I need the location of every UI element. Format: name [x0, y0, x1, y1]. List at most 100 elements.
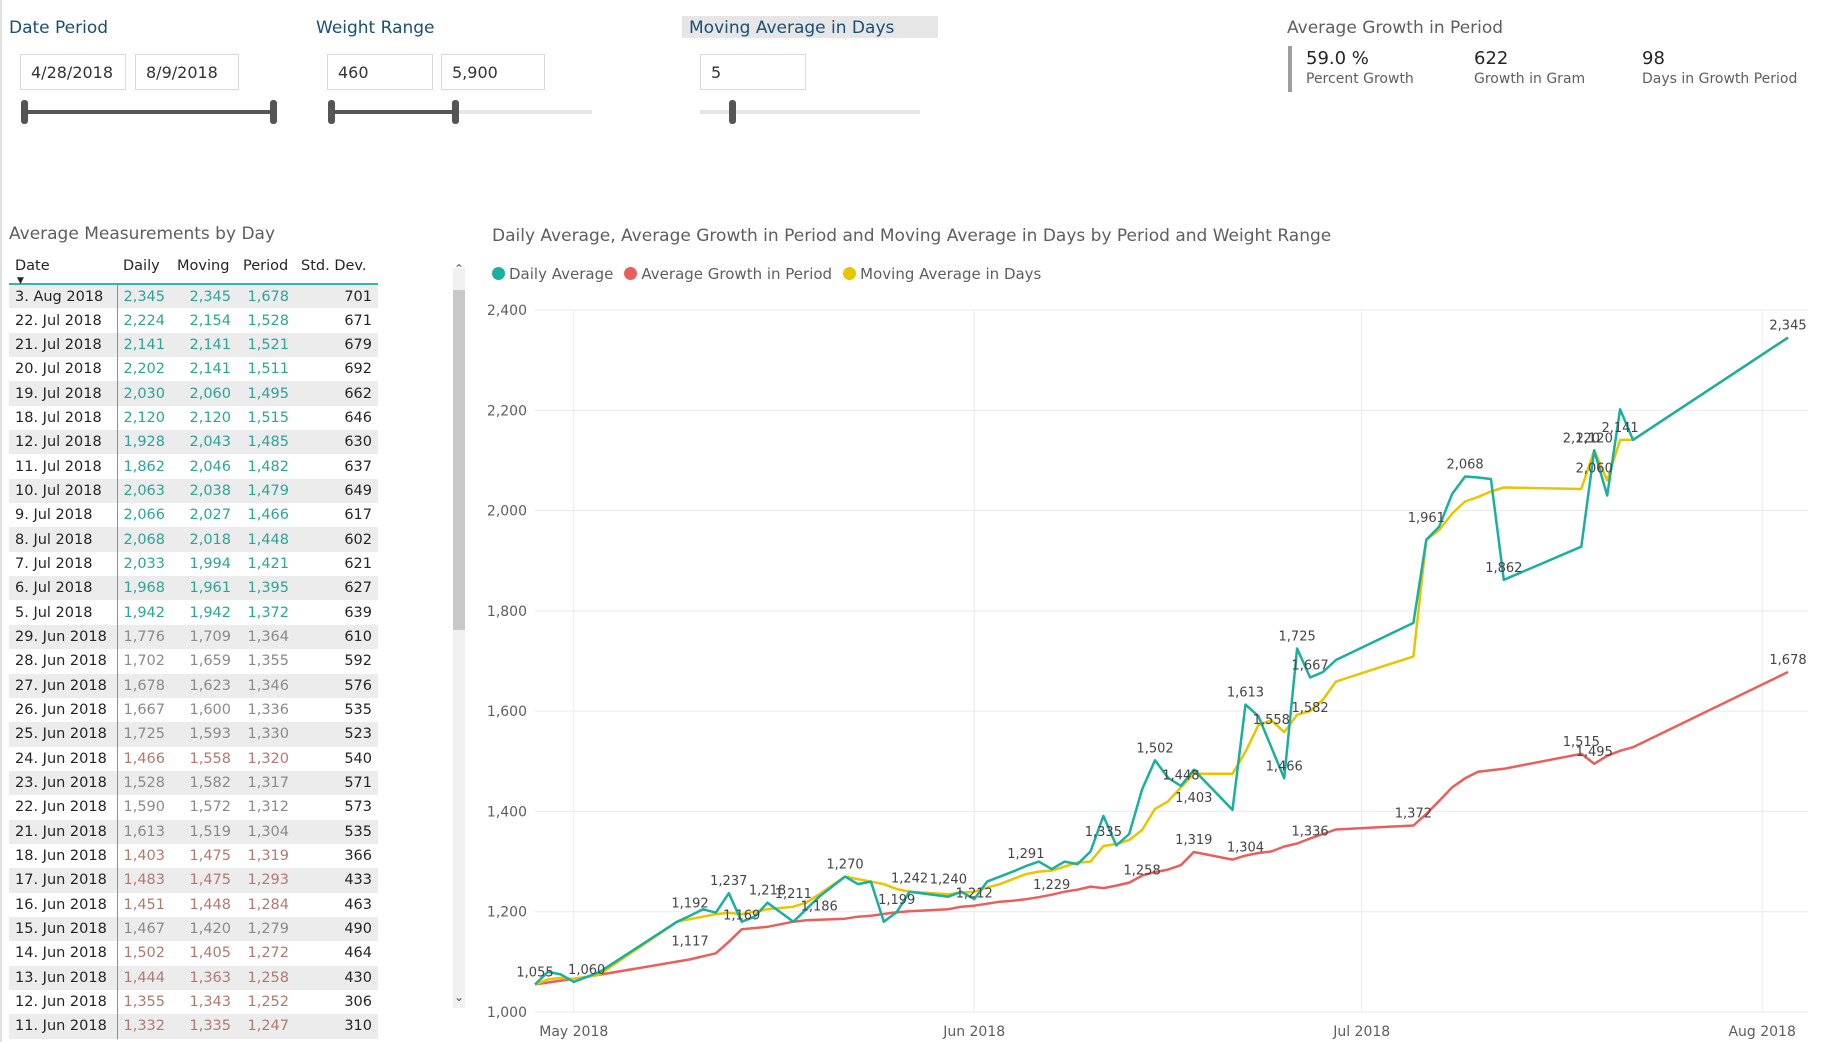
column-header-stddev[interactable]: Std. Dev.: [295, 248, 379, 285]
table-row[interactable]: 17. Jun 2018 1,483 1,475 1,293 433: [9, 868, 379, 893]
cell-stddev: 490: [295, 916, 379, 942]
table-row[interactable]: 12. Jul 2018 1,928 2,043 1,485 630: [9, 430, 379, 455]
table-row[interactable]: 26. Jun 2018 1,667 1,600 1,336 535: [9, 697, 378, 723]
date-period-title: Date Period: [9, 18, 109, 38]
data-label: 1,258: [1124, 864, 1161, 879]
cell-stddev: 662: [295, 381, 379, 406]
legend-item-moving[interactable]: Moving Average in Days: [843, 265, 1041, 283]
cell-moving: 1,363: [171, 965, 238, 990]
table-row[interactable]: 25. Jun 2018 1,725 1,593 1,330 523: [9, 722, 379, 747]
weight-max-input[interactable]: 5,900: [441, 54, 545, 90]
y-tick-label: 2,000: [488, 504, 527, 520]
cell-moving: 1,572: [189, 799, 232, 816]
cell-date: 15. Jun 2018: [9, 916, 118, 942]
table-row[interactable]: 19. Jul 2018 2,030 2,060 1,495 662: [9, 381, 379, 406]
table-row[interactable]: 22. Jun 2018 1,590 1,572 1,312 573: [9, 795, 378, 820]
cell-moving: 2,345: [171, 284, 238, 309]
table-row[interactable]: 16. Jun 2018 1,451 1,448 1,284 463: [9, 892, 378, 917]
cell-date: 11. Jul 2018: [9, 454, 118, 479]
cell-moving: 1,582: [171, 770, 238, 796]
cell-stddev: 679: [295, 332, 379, 358]
table-row[interactable]: 9. Jul 2018 2,066 2,027 1,466 617: [9, 503, 378, 528]
table-row[interactable]: 12. Jun 2018 1,355 1,343 1,252 306: [9, 989, 378, 1015]
weight-min-input[interactable]: 460: [327, 54, 433, 90]
kpi-card-title: Average Growth in Period: [1287, 18, 1504, 38]
data-label: 1,448: [1162, 768, 1199, 783]
cell-daily: 1,502: [123, 945, 166, 962]
table-row[interactable]: 28. Jun 2018 1,702 1,659 1,355 592: [9, 649, 378, 674]
table-row[interactable]: 20. Jul 2018 2,202 2,141 1,511 692: [9, 357, 378, 382]
legend-growth-dot-icon: [624, 267, 638, 280]
table-row[interactable]: 15. Jun 2018 1,467 1,420 1,279 490: [9, 916, 379, 942]
x-tick-label: Jun 2018: [942, 1024, 1005, 1040]
cell-moving: 2,060: [171, 381, 238, 406]
table-row[interactable]: 13. Jun 2018 1,444 1,363 1,258 430: [9, 965, 379, 990]
x-tick-label: May 2018: [539, 1024, 608, 1040]
table-row[interactable]: 3. Aug 2018 2,345 2,345 1,678 701: [9, 284, 379, 309]
table-scrollbar-thumb[interactable]: [453, 290, 465, 630]
cell-period: 1,272: [247, 945, 290, 962]
cell-date: 12. Jun 2018: [9, 989, 118, 1015]
table-row[interactable]: 8. Jul 2018 2,068 2,018 1,448 602: [9, 527, 379, 552]
cell-period: 1,336: [247, 702, 290, 719]
table-row[interactable]: 5. Jul 2018 1,942 1,942 1,372 639: [9, 600, 378, 625]
table-row[interactable]: 21. Jul 2018 2,141 2,141 1,521 679: [9, 332, 379, 358]
table-row[interactable]: 11. Jun 2018 1,332 1,335 1,247 310: [9, 1014, 379, 1039]
table-row[interactable]: 22. Jul 2018 2,224 2,154 1,528 671: [9, 308, 378, 333]
cell-period: 1,346: [237, 673, 296, 698]
table-row[interactable]: 21. Jun 2018 1,613 1,519 1,304 535: [9, 819, 379, 844]
cell-period: 1,247: [237, 1014, 296, 1039]
legend-item-growth[interactable]: Average Growth in Period: [624, 265, 832, 283]
column-header-period[interactable]: Period: [237, 248, 296, 285]
cell-daily: 1,444: [117, 965, 172, 990]
cell-moving: 2,046: [189, 458, 232, 475]
cell-period: 1,372: [247, 604, 290, 621]
date-start-input[interactable]: 4/28/2018: [20, 54, 126, 90]
table-row[interactable]: 14. Jun 2018 1,502 1,405 1,272 464: [9, 941, 378, 966]
table-row[interactable]: 18. Jul 2018 2,120 2,120 1,515 646: [9, 405, 378, 431]
y-tick-label: 1,200: [488, 905, 527, 921]
cell-moving: 2,141: [171, 332, 238, 358]
column-header-date[interactable]: Date ▼: [9, 248, 117, 286]
cell-date: 22. Jun 2018: [9, 795, 118, 820]
line-chart: 1,000 1,200 1,400 1,600 1,800 2,000 2,200 2,400…: [488, 303, 1808, 1040]
legend-item-daily[interactable]: Daily Average: [492, 265, 613, 283]
column-header-moving[interactable]: Moving: [171, 248, 238, 285]
kpi-days-growth-label: Days in Growth Period: [1642, 71, 1798, 87]
cell-period: 1,511: [247, 361, 290, 378]
date-end-handle[interactable]: [270, 100, 277, 124]
scroll-down-arrow-icon[interactable]: ⌄: [454, 990, 464, 1004]
chart-title: Daily Average, Average Growth in Period …: [492, 226, 1332, 246]
moving-average-input[interactable]: 5: [700, 54, 806, 90]
table-row[interactable]: 6. Jul 2018 1,968 1,961 1,395 627: [9, 576, 379, 601]
column-header-daily[interactable]: Daily: [117, 248, 172, 285]
cell-stddev: 571: [295, 770, 379, 796]
table-row[interactable]: 18. Jun 2018 1,403 1,475 1,319 366: [9, 843, 378, 869]
scroll-up-arrow-icon[interactable]: ⌃: [454, 262, 464, 276]
table-row[interactable]: 7. Jul 2018 2,033 1,994 1,421 621: [9, 551, 378, 577]
table-row[interactable]: 29. Jun 2018 1,776 1,709 1,364 610: [9, 624, 379, 650]
table-row[interactable]: 24. Jun 2018 1,466 1,558 1,320 540: [9, 746, 378, 771]
moving-average-handle[interactable]: [729, 100, 736, 124]
weight-min-handle[interactable]: [328, 100, 335, 124]
cell-moving: 1,558: [189, 750, 232, 767]
data-label: 1,240: [930, 873, 967, 888]
data-label: 1,725: [1279, 629, 1316, 644]
weight-max-handle[interactable]: [452, 100, 459, 124]
cell-daily: 1,968: [117, 576, 172, 601]
table-row[interactable]: 27. Jun 2018 1,678 1,623 1,346 576: [9, 673, 379, 698]
x-tick-label: Aug 2018: [1728, 1024, 1795, 1040]
date-end-input[interactable]: 8/9/2018: [135, 54, 239, 90]
cell-date: 6. Jul 2018: [9, 576, 118, 601]
cell-daily: 2,030: [117, 381, 172, 406]
cell-date: 18. Jul 2018: [9, 405, 118, 431]
cell-moving: 2,043: [171, 430, 238, 455]
table-row[interactable]: 23. Jun 2018 1,528 1,582 1,317 571: [9, 770, 379, 796]
table-row[interactable]: 11. Jul 2018 1,862 2,046 1,482 637: [9, 454, 378, 479]
cell-daily: 2,202: [123, 361, 166, 378]
y-tick-label: 1,600: [488, 704, 527, 720]
y-tick-label: 2,200: [488, 403, 527, 419]
cell-date: 16. Jun 2018: [9, 892, 118, 917]
date-start-handle[interactable]: [21, 100, 28, 124]
table-row[interactable]: 10. Jul 2018 2,063 2,038 1,479 649: [9, 478, 379, 504]
